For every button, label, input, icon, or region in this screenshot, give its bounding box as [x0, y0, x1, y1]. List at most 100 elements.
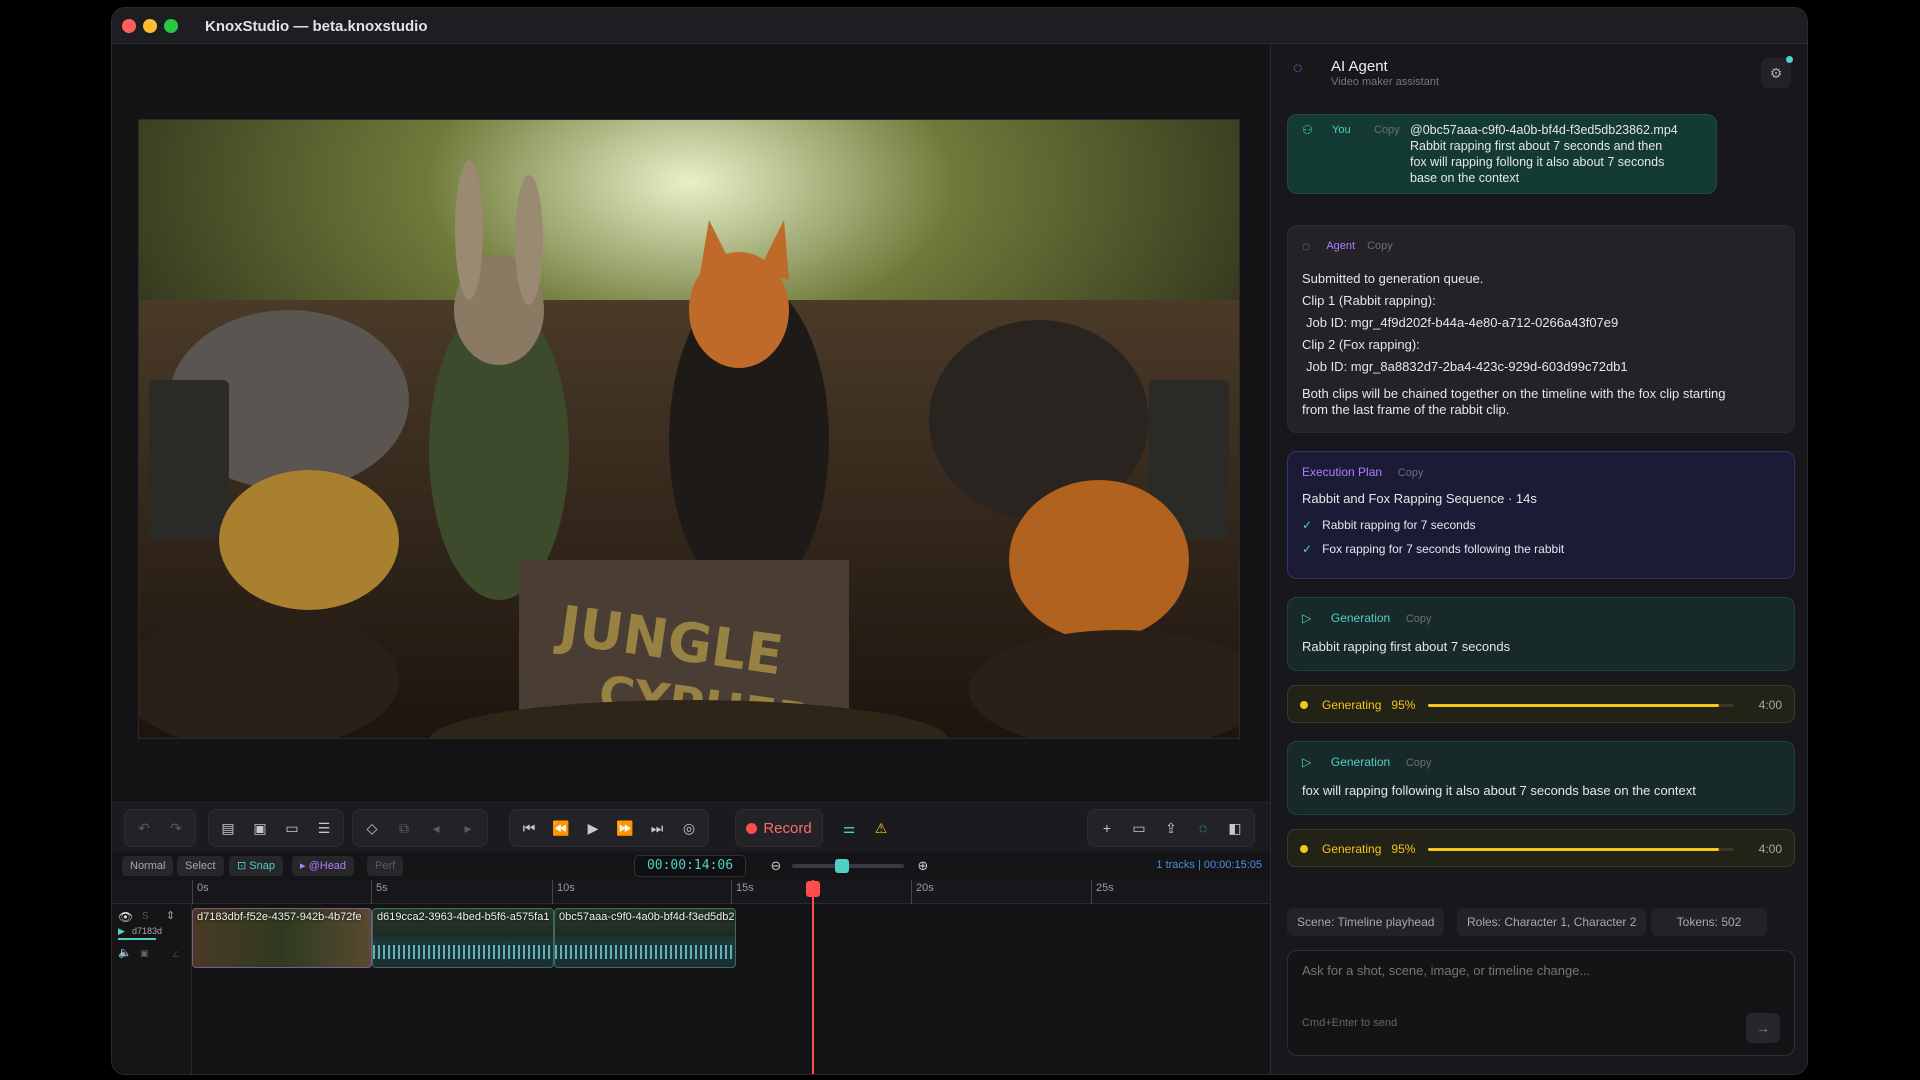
minimize-window-button[interactable]: [143, 19, 157, 33]
reorder-icon[interactable]: ⇕: [166, 909, 175, 922]
playhead-handle-top[interactable]: [806, 881, 820, 897]
agent-header: ◌ AI Agent Video maker assistant ⚙: [1271, 44, 1807, 100]
mix-icon[interactable]: ∠: [172, 950, 179, 959]
folder-icon[interactable]: ▭: [279, 815, 305, 841]
maximize-window-button[interactable]: [164, 19, 178, 33]
job2-text: Job ID: mgr_8a8832d7-2ba4-423c-929d-603d…: [1306, 359, 1628, 374]
head-toggle[interactable]: ▸ @Head: [292, 856, 355, 876]
play-outline-icon: ▷: [1302, 611, 1312, 625]
split-back-icon[interactable]: ◂: [423, 815, 449, 841]
video-preview-frame[interactable]: JUNGLE CYPHER: [138, 119, 1240, 739]
message-line: base on the context: [1410, 171, 1520, 185]
agent-subtitle: Video maker assistant: [1331, 76, 1440, 88]
perf-toggle[interactable]: Perf: [367, 856, 404, 876]
mode-select-button[interactable]: Select: [177, 856, 224, 876]
adjust-icon[interactable]: ⚌: [836, 815, 862, 841]
loop-icon[interactable]: ◎: [676, 815, 702, 841]
ruler-tick: 20s: [911, 880, 934, 904]
context-chip-tokens[interactable]: Tokens: 502: [1651, 908, 1767, 936]
zoom-slider[interactable]: [792, 859, 904, 873]
duplicate-icon[interactable]: ⧉: [391, 815, 417, 841]
keyframe-icon[interactable]: ◇: [359, 815, 385, 841]
rewind-icon[interactable]: ⏪: [548, 815, 574, 841]
playhead-line[interactable]: [812, 880, 814, 1074]
redo-icon[interactable]: ↷: [163, 815, 189, 841]
context-chip-roles[interactable]: Roles: Character 1, Character 2: [1457, 908, 1647, 936]
timeline-clip[interactable]: d619cca2-3963-4bed-b5f6-a575fa1: [372, 908, 554, 968]
zoom-in-icon[interactable]: ⊕: [910, 853, 936, 879]
copy-button[interactable]: Copy: [1406, 613, 1432, 625]
timeline-ruler[interactable]: 0s 5s 10s 15s 20s 25s: [112, 880, 1270, 904]
warning-icon[interactable]: ⚠: [868, 815, 894, 841]
track-level-bar: [118, 938, 156, 940]
close-window-button[interactable]: [122, 19, 136, 33]
progress-dot-icon: [1300, 701, 1308, 709]
editor-toolbar: ↶ ↷ ▤ ▣ ▭ ☰ ◇ ⧉ ◂ ▸ ⏮ ⏪ ▶ ⏩ ⏭ ◎ Record ⚌…: [112, 802, 1270, 852]
snap-toggle[interactable]: ⊡ Snap: [229, 856, 283, 876]
copy-button[interactable]: Copy: [1374, 124, 1400, 136]
progress-status: Generating 95%: [1322, 698, 1415, 712]
plan-step: ✓ Rabbit rapping for 7 seconds: [1302, 518, 1780, 532]
outro-text: from the last frame of the rabbit clip.: [1302, 402, 1510, 417]
context-chip-scene[interactable]: Scene: Timeline playhead: [1287, 908, 1445, 936]
skip-end-icon[interactable]: ⏭: [644, 815, 670, 841]
panel-icon[interactable]: ◧: [1222, 815, 1248, 841]
user-role-label: You: [1332, 124, 1351, 136]
copy-button[interactable]: Copy: [1367, 240, 1393, 252]
prompt-input[interactable]: [1302, 963, 1772, 1003]
agent-message: ◌ Agent Copy Submitted to generation que…: [1287, 225, 1795, 433]
timeline-clip[interactable]: d7183dbf-f52e-4357-942b-4b72fe: [192, 908, 372, 968]
ruler-tick: 15s: [731, 880, 754, 904]
send-arrow-icon[interactable]: →: [1746, 1013, 1780, 1043]
copy-button[interactable]: Copy: [1406, 757, 1432, 769]
mode-normal-button[interactable]: Normal: [122, 856, 174, 876]
generation-text: Rabbit rapping first about 7 seconds: [1302, 639, 1511, 654]
add-icon[interactable]: +: [1094, 815, 1120, 841]
ruler-tick: 10s: [552, 880, 575, 904]
frame-icon[interactable]: ▣: [247, 815, 273, 841]
solo-icon[interactable]: S: [142, 911, 149, 922]
export-icon[interactable]: ⇪: [1158, 815, 1184, 841]
agent-role-label: Agent: [1326, 240, 1356, 252]
plan-step-text: Fox rapping for 7 seconds following the …: [1322, 542, 1565, 556]
window-title: KnoxStudio — beta.knoxstudio: [205, 18, 428, 35]
clip-label: d619cca2-3963-4bed-b5f6-a575fa1: [377, 911, 550, 923]
lock-icon[interactable]: ▣: [140, 948, 149, 959]
timeline-options-bar: Normal Select ⊡ Snap ▸ @Head Perf 00:00:…: [112, 852, 1270, 880]
user-icon: ⚇: [1302, 123, 1313, 137]
mute-icon[interactable]: 🔈: [118, 946, 132, 959]
new-doc-icon[interactable]: ▤: [215, 815, 241, 841]
fast-forward-icon[interactable]: ⏩: [612, 815, 638, 841]
clip1-text: Clip 1 (Rabbit rapping):: [1302, 293, 1436, 308]
open-folder-icon[interactable]: ▭: [1126, 815, 1152, 841]
progress-fill: [1428, 848, 1719, 851]
play-icon[interactable]: ▶: [580, 815, 606, 841]
message-line: Rabbit rapping first about 7 seconds and…: [1410, 139, 1663, 153]
sliders-icon[interactable]: ☰: [311, 815, 337, 841]
message-line: @0bc57aaa-c9f0-4a0b-bf4d-f3ed5db23862.mp…: [1410, 123, 1678, 137]
percent-text: 95%: [1391, 698, 1416, 712]
audio-waveform: [555, 945, 735, 959]
prompt-box: Cmd+Enter to send →: [1287, 950, 1795, 1056]
user-message-text: @0bc57aaa-c9f0-4a0b-bf4d-f3ed5db23862.mp…: [1410, 122, 1678, 186]
settings-gear-icon[interactable]: ⚙: [1761, 58, 1791, 88]
skip-start-icon[interactable]: ⏮: [516, 815, 542, 841]
record-button[interactable]: Record: [735, 809, 823, 847]
chat-icon[interactable]: ◌: [1190, 815, 1216, 841]
ruler-tick: 5s: [371, 880, 388, 904]
timeline-tracks: 👁 S ⇕ ▶ d7183d 🔈 ▣ ∠ d7183dbf-f52e-4357-…: [112, 904, 1270, 1074]
copy-button[interactable]: Copy: [1398, 467, 1424, 479]
split-forward-icon[interactable]: ▸: [455, 815, 481, 841]
visibility-icon[interactable]: 👁: [118, 910, 133, 924]
zoom-slider-thumb[interactable]: [835, 859, 850, 873]
timeline-clip[interactable]: 0bc57aaa-c9f0-4a0b-bf4d-f3ed5db23862.mp4: [554, 908, 736, 968]
plan-label: Execution Plan: [1302, 465, 1383, 479]
clip2-text: Clip 2 (Fox rapping):: [1302, 337, 1420, 352]
job1-text: Job ID: mgr_4f9d202f-b44a-4e80-a712-0266…: [1306, 315, 1619, 330]
undo-icon[interactable]: ↶: [131, 815, 157, 841]
zoom-out-icon[interactable]: ⊖: [763, 853, 789, 879]
clip-label: 0bc57aaa-c9f0-4a0b-bf4d-f3ed5db23862.mp4: [559, 911, 735, 923]
progress-bar: [1428, 848, 1734, 851]
message-line: fox will rapping follong it also about 7…: [1410, 155, 1665, 169]
generation-label: Generation: [1330, 611, 1391, 625]
